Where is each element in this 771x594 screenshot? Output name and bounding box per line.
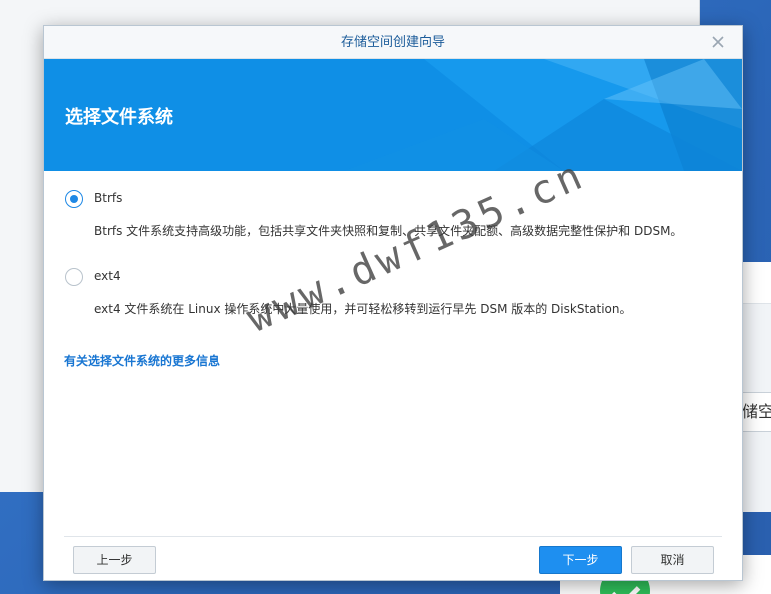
ext4-description: ext4 文件系统在 Linux 操作系统中大量使用，并可轻松移转到运行早先 D… xyxy=(94,302,632,316)
btrfs-description: Btrfs 文件系统支持高级功能，包括共享文件夹快照和复制、共享文件夹配额、高级… xyxy=(94,224,683,238)
btrfs-label[interactable]: Btrfs xyxy=(94,191,122,205)
ext4-radio[interactable] xyxy=(65,268,83,286)
dialog-title: 存储空间创建向导 xyxy=(340,35,445,50)
close-icon[interactable] xyxy=(708,32,728,52)
cancel-button[interactable]: 取消 xyxy=(631,546,714,574)
footer-divider xyxy=(64,536,722,537)
back-button[interactable]: 上一步 xyxy=(73,546,156,574)
dialog-titlebar: 存储空间创建向导 xyxy=(44,26,742,59)
ext4-label[interactable]: ext4 xyxy=(94,269,121,283)
storage-pool-wizard-dialog: 存储空间创建向导 选择文件系统 Btrfs Btrfs 文件系统支持高级功能，包… xyxy=(43,25,743,581)
more-info-link[interactable]: 有关选择文件系统的更多信息 xyxy=(64,352,220,369)
btrfs-radio[interactable] xyxy=(65,190,83,208)
wizard-banner: 选择文件系统 xyxy=(44,59,742,171)
banner-title: 选择文件系统 xyxy=(65,107,173,128)
next-button[interactable]: 下一步 xyxy=(539,546,622,574)
